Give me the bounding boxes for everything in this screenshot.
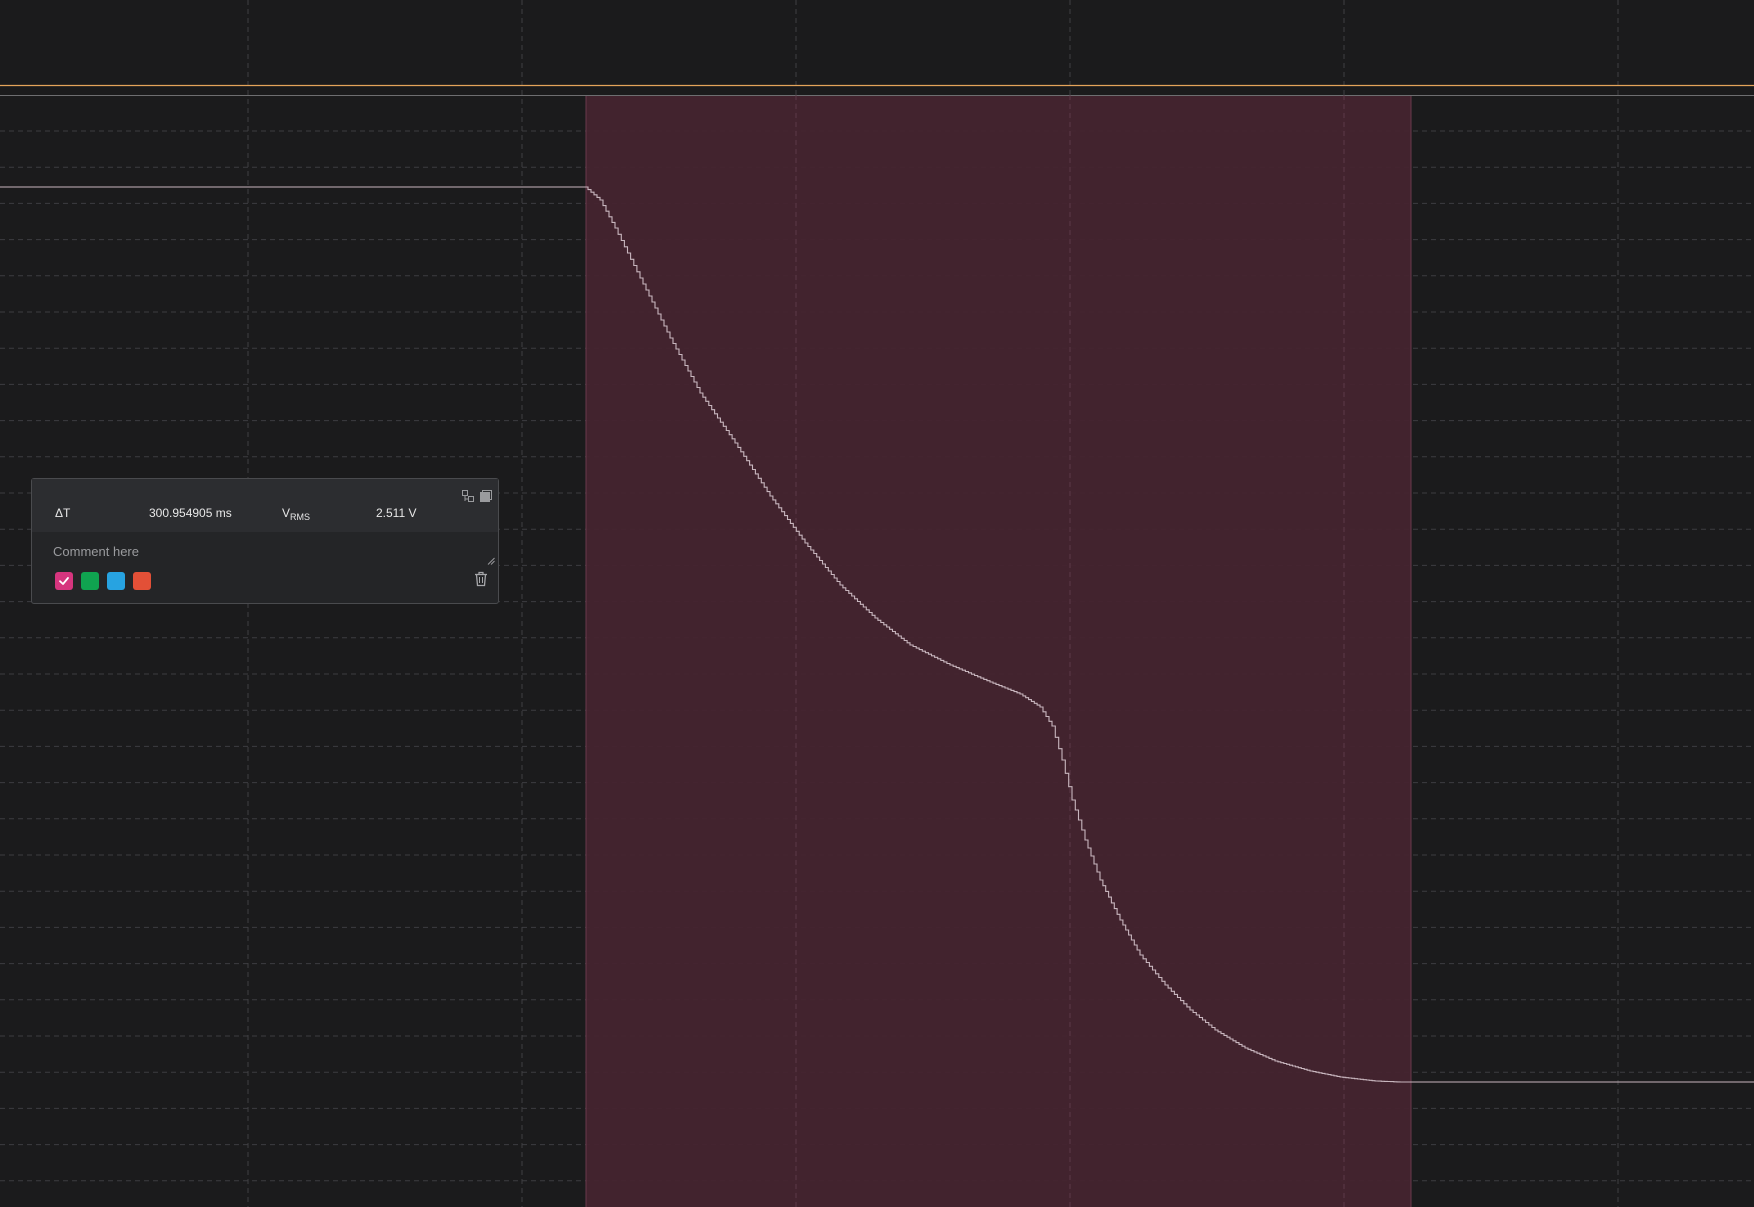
expand-icon[interactable] (462, 489, 474, 502)
resize-handle[interactable] (487, 552, 495, 565)
vrms-value: 2.511 V (376, 506, 417, 520)
measurement-annotation-card[interactable]: ΔT 300.954905 ms VRMS 2.511 V (31, 478, 499, 604)
waveform-plot[interactable]: ΔT 300.954905 ms VRMS 2.511 V (0, 0, 1754, 1207)
check-icon (59, 577, 69, 585)
comment-input[interactable] (53, 543, 453, 559)
color-swatch-pink[interactable] (55, 572, 73, 590)
delta-t-value: 300.954905 ms (149, 506, 232, 520)
vrms-label-main: V (282, 506, 291, 520)
color-swatch-blue[interactable] (107, 572, 125, 590)
measurement-selection-region[interactable] (586, 95, 1411, 1207)
trash-icon[interactable] (474, 571, 488, 587)
delta-t-label: ΔT (55, 506, 71, 520)
color-swatch-red[interactable] (133, 572, 151, 590)
color-swatch-green[interactable] (81, 572, 99, 590)
copy-icon[interactable] (480, 489, 492, 502)
vrms-label: VRMS (282, 506, 310, 524)
vrms-label-sub: RMS (290, 512, 311, 522)
annotation-header: ΔT 300.954905 ms VRMS 2.511 V (32, 479, 498, 532)
